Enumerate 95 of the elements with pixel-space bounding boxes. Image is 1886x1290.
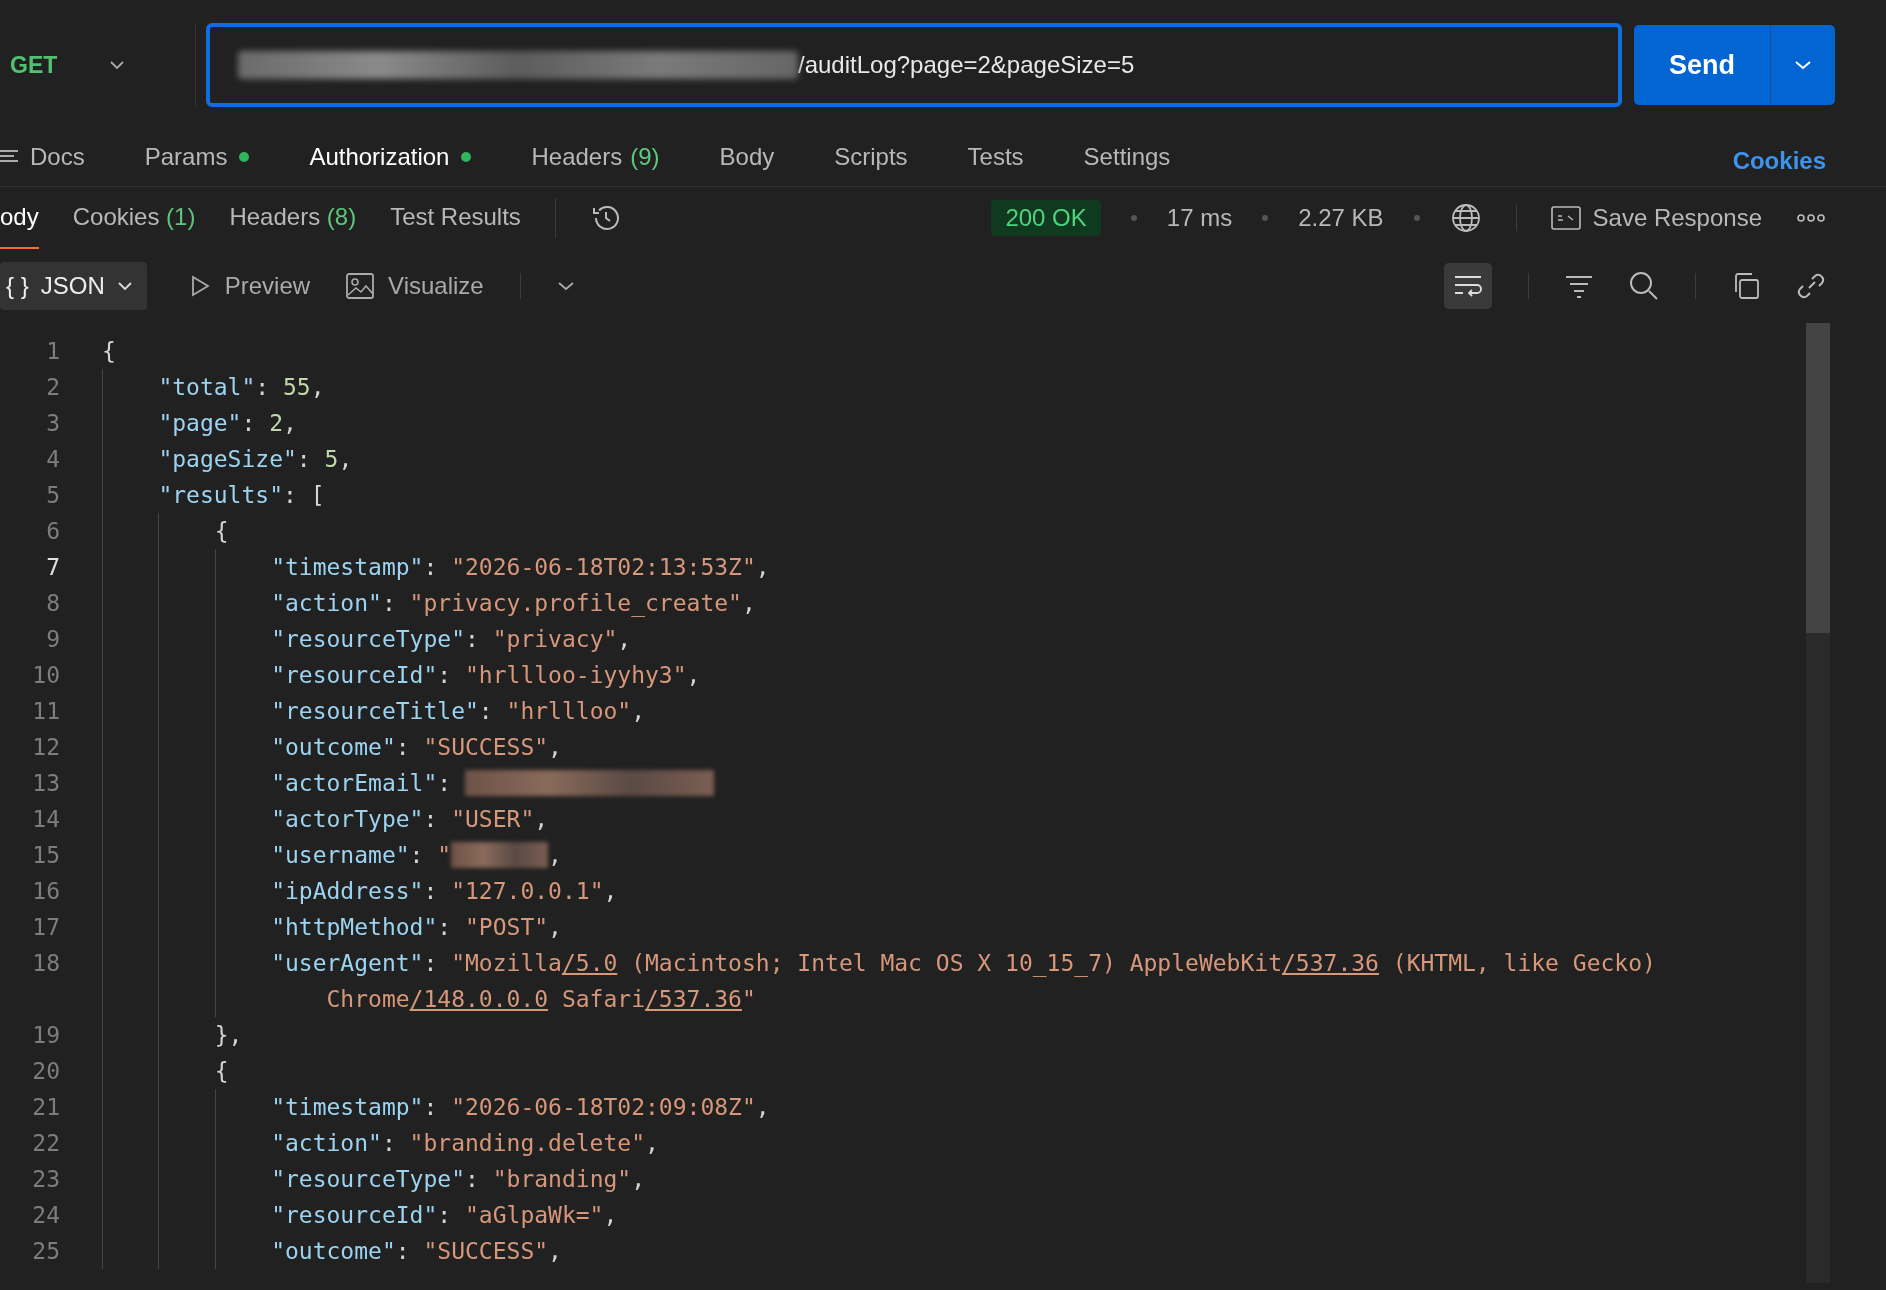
more-icon[interactable] <box>1796 213 1826 223</box>
image-icon <box>346 273 375 299</box>
line-number: 11 <box>31 697 60 726</box>
search-icon[interactable] <box>1629 271 1659 301</box>
response-tab[interactable]: Headers (8) <box>229 187 357 249</box>
code-text: "username": " <box>271 841 452 870</box>
request-tab[interactable]: Tests <box>967 128 1024 186</box>
code-text: "resourceType": "privacy", <box>271 625 632 654</box>
request-tab[interactable]: Body <box>719 128 775 186</box>
code-text: "actorType": "USER", <box>271 805 549 834</box>
code-text: "outcome": "SUCCESS", <box>271 1237 562 1266</box>
cookies-link[interactable]: Cookies <box>1732 147 1826 175</box>
line-number: 2 <box>45 373 60 402</box>
caret-icon <box>116 281 133 291</box>
line-number: 10 <box>31 661 60 690</box>
line-number: 3 <box>45 409 60 438</box>
code-link[interactable]: /148.0.0.0 <box>409 986 549 1012</box>
line-number: 12 <box>31 733 60 762</box>
code-text: "resourceType": "branding", <box>271 1165 646 1194</box>
visualize-button[interactable]: Visualize <box>346 272 484 300</box>
code-text: "resourceId": "aGlpaWk=", <box>271 1201 618 1230</box>
line-number: 13 <box>31 769 60 798</box>
copy-icon[interactable] <box>1732 272 1760 300</box>
line-number: 5 <box>45 481 60 510</box>
line-number: 25 <box>31 1237 60 1266</box>
code-text: "action": "privacy.profile_create", <box>271 589 756 619</box>
request-tab[interactable]: Authorization <box>309 128 472 186</box>
wrap-lines-button[interactable] <box>1444 263 1492 309</box>
code-text: "total": 55, <box>158 373 325 402</box>
code-text: Chrome/148.0.0.0 Safari/537.36" <box>326 985 756 1014</box>
link-icon[interactable] <box>1796 271 1826 301</box>
globe-icon[interactable] <box>1449 202 1482 234</box>
request-tab[interactable]: Settings <box>1083 128 1171 186</box>
status-badge: 200 OK <box>991 200 1101 236</box>
response-tab[interactable]: Test Results <box>390 187 521 249</box>
code-text: }, <box>214 1021 243 1050</box>
line-number: 21 <box>31 1093 60 1122</box>
caret-icon <box>109 60 125 70</box>
save-response-button[interactable]: Save Response <box>1550 204 1762 232</box>
response-tab[interactable]: ody <box>0 187 39 249</box>
line-number: 8 <box>45 589 60 618</box>
code-text: "results": [ <box>158 481 325 510</box>
code-link[interactable]: /537.36 <box>1282 950 1379 976</box>
code-text: "timestamp": "2026-06-18T02:09:08Z", <box>271 1093 770 1122</box>
code-text: "httpMethod": "POST", <box>271 913 562 942</box>
code-text: "action": "branding.delete", <box>271 1129 659 1158</box>
line-number: 19 <box>31 1021 60 1050</box>
request-tab[interactable]: Docs <box>0 128 85 186</box>
preview-button[interactable]: Preview <box>188 272 311 300</box>
code-text: { <box>214 517 229 546</box>
request-tab[interactable]: Scripts <box>834 128 908 186</box>
line-number: 9 <box>45 625 60 654</box>
code-text: "page": 2, <box>158 409 297 438</box>
code-text: { <box>214 1057 229 1086</box>
method-dropdown[interactable]: GET <box>0 23 196 107</box>
code-text: "actorEmail": <box>271 769 453 798</box>
line-number: 20 <box>31 1057 60 1086</box>
line-number: 23 <box>31 1165 60 1194</box>
code-link[interactable]: /5.0 <box>561 950 618 976</box>
request-tab[interactable]: Headers (9) <box>531 128 660 186</box>
response-size: 2.27 KB <box>1298 204 1384 232</box>
wrap-icon <box>1453 273 1483 299</box>
line-number: 22 <box>31 1129 60 1158</box>
code-text: , <box>548 841 562 870</box>
line-number: 16 <box>31 877 60 906</box>
example-icon <box>1550 206 1581 230</box>
code-text: "timestamp": "2026-06-18T02:13:53Z", <box>271 553 770 582</box>
code-text: "outcome": "SUCCESS", <box>271 733 562 762</box>
code-text: "resourceTitle": "hrllloo", <box>271 697 646 726</box>
docs-icon <box>0 149 20 165</box>
url-field[interactable]: /auditLog?page=2&pageSize=5 <box>206 23 1622 107</box>
code-link[interactable]: /537.36 <box>645 986 742 1012</box>
code-text: { <box>102 337 116 366</box>
line-number: 14 <box>31 805 60 834</box>
line-number: 15 <box>31 841 60 870</box>
filter-icon[interactable] <box>1565 274 1593 298</box>
line-number: 17 <box>31 913 60 942</box>
caret-icon[interactable] <box>556 281 575 291</box>
line-number: 24 <box>31 1201 60 1230</box>
send-button[interactable]: Send <box>1634 25 1770 105</box>
response-time: 17 ms <box>1166 204 1233 232</box>
code-text: "resourceId": "hrllloo-iyyhy3", <box>271 661 701 690</box>
line-number: 7 <box>45 553 60 582</box>
code-text: "ipAddress": "127.0.0.1", <box>271 877 618 906</box>
line-number: 18 <box>31 949 60 978</box>
code-text: "userAgent": "Mozilla/5.0 (Macintosh; Intel Mac OS X 10_15_7) AppleWebKit/537.36 (KHTML, like Gecko) <box>271 949 1656 979</box>
line-number: 6 <box>45 517 60 546</box>
code-text: "pageSize": 5, <box>158 445 353 474</box>
line-number: 4 <box>45 445 60 474</box>
response-tab[interactable]: Cookies (1) <box>72 187 196 249</box>
caret-icon <box>1794 60 1812 70</box>
request-tab[interactable]: Params <box>144 128 250 186</box>
scrollbar[interactable] <box>1806 323 1830 1283</box>
line-number: 1 <box>45 337 60 366</box>
format-dropdown[interactable]: { } JSON <box>0 262 147 310</box>
